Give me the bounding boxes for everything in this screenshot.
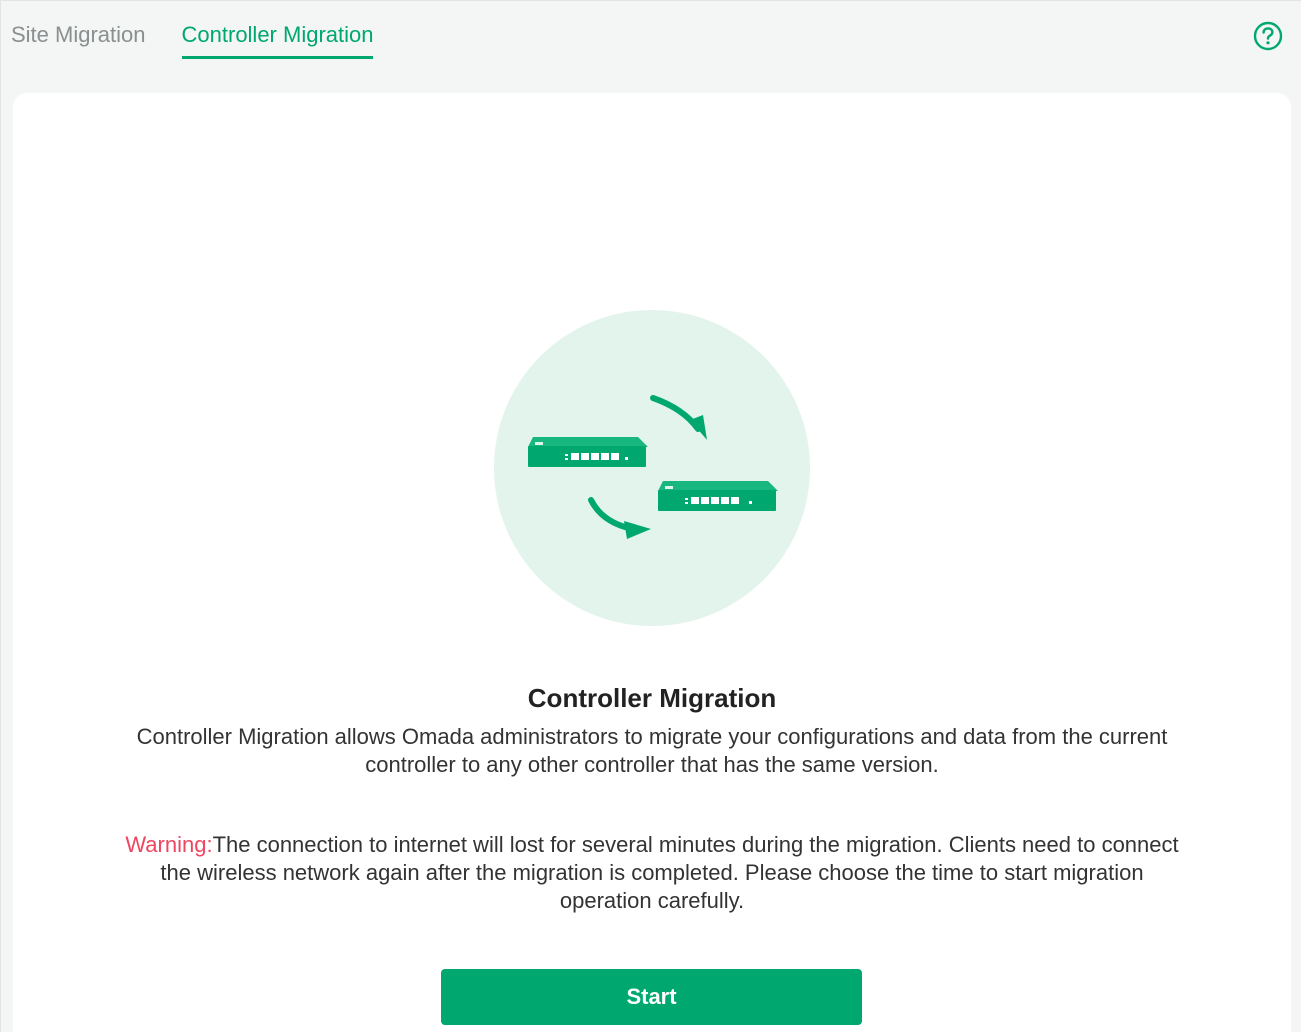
migration-tabs: Site Migration Controller Migration bbox=[11, 20, 374, 59]
tab-site-migration[interactable]: Site Migration bbox=[11, 20, 146, 59]
tab-controller-migration[interactable]: Controller Migration bbox=[181, 20, 374, 59]
warning-label: Warning: bbox=[125, 832, 213, 857]
controller-migration-illustration bbox=[494, 310, 810, 626]
migration-description: Controller Migration allows Omada admini… bbox=[136, 724, 1168, 777]
warning-text: The connection to internet will lost for… bbox=[160, 832, 1179, 913]
migration-warning: Warning:The connection to internet will … bbox=[123, 831, 1181, 915]
start-button[interactable]: Start bbox=[441, 969, 862, 1025]
page-title: Controller Migration bbox=[527, 683, 777, 713]
controller-migration-page: Site Migration Controller Migration Cont… bbox=[0, 0, 1301, 1032]
migration-card: Controller Migration Controller Migratio… bbox=[13, 93, 1291, 1032]
help-circle-icon[interactable] bbox=[1253, 21, 1283, 51]
